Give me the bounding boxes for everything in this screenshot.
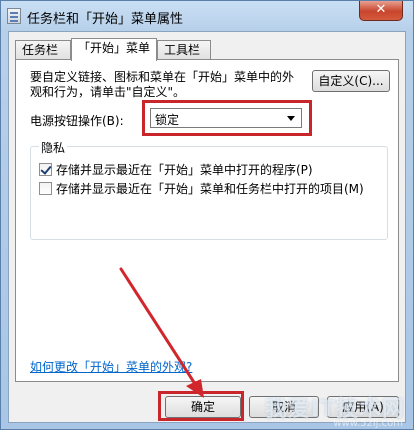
checkbox-recent-items[interactable] xyxy=(39,182,52,195)
dialog-client: 任务栏 「开始」菜单 工具栏 要自定义链接、图标和菜单在「开始」菜单中的外观和行… xyxy=(8,31,406,423)
tab-start-menu[interactable]: 「开始」菜单 xyxy=(71,38,157,61)
tab-taskbar[interactable]: 任务栏 xyxy=(15,40,71,59)
power-button-value: 锁定 xyxy=(155,113,180,127)
chevron-down-icon xyxy=(287,116,295,121)
privacy-group-title: 隐私 xyxy=(39,139,68,156)
power-button-label: 电源按钮操作(B): xyxy=(30,114,124,128)
tab-toolbars[interactable]: 工具栏 xyxy=(157,40,211,59)
taskbar-properties-icon xyxy=(7,8,21,24)
close-button[interactable]: ✕ xyxy=(359,1,403,21)
help-link[interactable]: 如何更改「开始」菜单的外观? xyxy=(30,358,192,375)
privacy-group: 隐私 存储并显示最近在「开始」菜单中打开的程序(P) 存储并显示最近在「开始」菜… xyxy=(30,139,388,240)
window-title: 任务栏和「开始」菜单属性 xyxy=(27,12,184,27)
checkbox-label: 存储并显示最近在「开始」菜单和任务栏中打开的项目(M) xyxy=(56,182,364,196)
customize-button[interactable]: 自定义(C)... xyxy=(312,70,390,92)
checkbox-label: 存储并显示最近在「开始」菜单中打开的程序(P) xyxy=(56,163,313,177)
privacy-option-programs[interactable]: 存储并显示最近在「开始」菜单中打开的程序(P) xyxy=(39,161,313,177)
privacy-option-items[interactable]: 存储并显示最近在「开始」菜单和任务栏中打开的项目(M) xyxy=(39,180,364,196)
watermark-url: www.52ij.com xyxy=(333,418,403,429)
checkbox-recent-programs[interactable] xyxy=(39,163,52,176)
power-button-select[interactable]: 锁定 xyxy=(150,108,302,128)
dialog-window: 任务栏和「开始」菜单属性 ✕ 任务栏 「开始」菜单 工具栏 要自定义链接、图标和… xyxy=(0,0,414,430)
start-menu-panel: 要自定义链接、图标和菜单在「开始」菜单中的外观和行为，请单击"自定义"。 自定义… xyxy=(15,59,399,382)
ok-button[interactable]: 确定 xyxy=(165,396,241,418)
title-bar[interactable]: 任务栏和「开始」菜单属性 ✕ xyxy=(1,1,413,31)
customize-description: 要自定义链接、图标和菜单在「开始」菜单中的外观和行为，请单击"自定义"。 xyxy=(30,70,295,99)
